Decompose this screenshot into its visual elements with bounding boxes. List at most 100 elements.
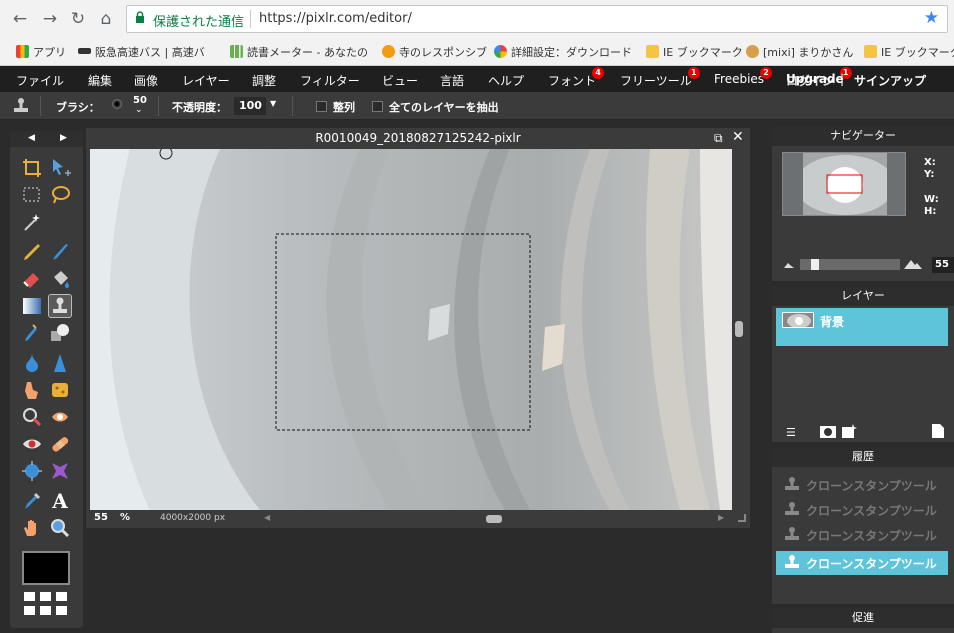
brush-tool[interactable]	[48, 240, 72, 264]
grid-view-icon[interactable]	[24, 592, 70, 618]
zoom-tool[interactable]	[48, 516, 72, 540]
arrow-left-icon[interactable]: ◀	[28, 133, 35, 143]
burn-tool[interactable]	[48, 405, 72, 429]
menu-help[interactable]: ヘルプ	[488, 72, 524, 89]
bookmark-star-icon[interactable]: ★	[924, 8, 939, 28]
chevron-down-icon[interactable]: ⌄	[135, 105, 143, 115]
bookmark-apps[interactable]: アプリ	[16, 44, 66, 60]
forward-arrow-icon[interactable]: →	[40, 9, 60, 29]
navigator-zoom-input[interactable]: 55	[932, 257, 954, 273]
menu-layer[interactable]: レイヤー	[182, 72, 230, 89]
restore-window-icon[interactable]: ⧉	[714, 131, 723, 146]
history-item[interactable]: クローンスタンプツール	[776, 498, 948, 520]
spot-heal-tool[interactable]	[48, 432, 72, 456]
menu-freebies[interactable]: Freebies 2	[714, 67, 773, 86]
eraser-tool[interactable]	[20, 267, 44, 291]
arrow-right-icon[interactable]: ▶	[60, 133, 67, 143]
dropdown-arrow-icon[interactable]: ▼	[270, 99, 276, 108]
zoom-value[interactable]: 55	[94, 512, 108, 523]
marquee-tool[interactable]	[20, 183, 44, 207]
all-layers-checkbox[interactable]: 全てのレイヤーを抽出	[372, 99, 499, 115]
pinch-icon	[52, 463, 68, 479]
signup-link[interactable]: サインアップ	[854, 72, 926, 89]
photo-canvas[interactable]	[90, 149, 732, 510]
photo-image	[90, 149, 732, 510]
brush-preview-icon[interactable]	[112, 99, 122, 109]
new-layer-effect-icon[interactable]	[842, 424, 858, 438]
bookmark-item[interactable]: 阪急高速バス | 高速バ	[78, 44, 205, 60]
bar-chart-icon	[230, 45, 243, 58]
color-replace-tool[interactable]	[20, 321, 44, 345]
shape-tool[interactable]	[48, 321, 72, 345]
scroll-thumb[interactable]	[735, 321, 743, 337]
close-icon[interactable]: ✕	[732, 129, 744, 145]
layer-settings-icon[interactable]: ☰	[786, 426, 800, 439]
back-arrow-icon[interactable]: ←	[10, 9, 30, 29]
menu-filter[interactable]: フィルター	[300, 72, 360, 89]
address-bar[interactable]: 保護された通信 https://pixlr.com/editor/ ★	[126, 5, 948, 33]
paint-bucket-tool[interactable]	[48, 267, 72, 291]
zoom-in-mountain-icon[interactable]	[904, 259, 922, 269]
y-label: Y:	[924, 169, 935, 180]
opacity-input[interactable]: 100	[234, 97, 266, 115]
layer-mask-icon[interactable]	[820, 426, 836, 438]
bookmark-item[interactable]: 詳細設定：ダウンロード	[494, 44, 632, 60]
type-tool[interactable]: A	[48, 489, 72, 513]
smudge-tool[interactable]	[20, 378, 44, 402]
move-tool[interactable]	[48, 156, 72, 180]
home-icon[interactable]: ⌂	[96, 9, 116, 29]
menu-adjust[interactable]: 調整	[252, 72, 276, 89]
scroll-right-icon[interactable]: ▶	[718, 513, 724, 522]
align-checkbox[interactable]: 整列	[316, 99, 355, 115]
menu-view[interactable]: ビュー	[382, 72, 418, 89]
sharpen-tool[interactable]	[48, 351, 72, 375]
navigator-thumbnail[interactable]	[782, 152, 906, 216]
history-item[interactable]: クローンスタンプツール	[776, 473, 948, 495]
menu-freetools[interactable]: フリーツール 1	[620, 67, 700, 89]
menu-font[interactable]: フォント 4	[548, 67, 605, 89]
bookmark-item[interactable]: 読書メーター - あなたの	[230, 44, 368, 60]
hand-tool[interactable]	[20, 516, 44, 540]
vertical-scrollbar[interactable]	[732, 149, 746, 510]
bookmark-item[interactable]: 寺のレスポンシブ	[382, 44, 487, 60]
dodge-tool[interactable]	[20, 405, 44, 429]
zoom-slider-thumb[interactable]	[811, 259, 819, 270]
zoom-out-mountain-icon[interactable]	[784, 262, 794, 268]
lasso-tool[interactable]	[48, 183, 72, 207]
primary-color-swatch[interactable]	[22, 551, 70, 585]
pinch-tool[interactable]	[48, 459, 72, 483]
history-item[interactable]: クローンスタンプツール	[776, 523, 948, 545]
checkbox-icon[interactable]	[316, 101, 327, 112]
crop-tool[interactable]	[20, 156, 44, 180]
clone-stamp-tool[interactable]	[48, 294, 72, 318]
history-item-active[interactable]: クローンスタンプツール	[776, 551, 948, 575]
layer-row[interactable]: 背景	[776, 308, 948, 346]
red-eye-tool[interactable]	[20, 432, 44, 456]
reload-icon[interactable]: ↻	[68, 9, 88, 29]
gradient-tool[interactable]	[20, 294, 44, 318]
menu-edit[interactable]: 編集	[88, 72, 112, 89]
bookmark-item[interactable]: [mixi] まりかさん	[746, 44, 853, 60]
url-text[interactable]: https://pixlr.com/editor/	[259, 11, 412, 26]
bookmark-folder[interactable]: IE ブックマーク (	[864, 44, 954, 60]
scroll-left-icon[interactable]: ◀	[264, 513, 270, 522]
blur-tool[interactable]	[20, 351, 44, 375]
color-picker-tool[interactable]	[20, 489, 44, 513]
type-a-icon: A	[52, 489, 68, 513]
menu-image[interactable]: 画像	[134, 72, 158, 89]
checkbox-icon[interactable]	[372, 101, 383, 112]
bookmark-folder[interactable]: IE ブックマーク	[646, 44, 743, 60]
resize-grip-icon[interactable]	[738, 514, 746, 522]
magic-wand-tool[interactable]	[20, 210, 44, 234]
menu-file[interactable]: ファイル	[16, 72, 64, 89]
login-link[interactable]: ログイン	[786, 72, 834, 89]
scroll-thumb[interactable]	[486, 515, 502, 523]
bloat-tool[interactable]	[20, 459, 44, 483]
new-layer-icon[interactable]	[932, 424, 944, 438]
menu-language[interactable]: 言語	[440, 72, 464, 89]
x-label: X:	[924, 157, 936, 168]
horizontal-scrollbar[interactable]: ◀ ▶	[262, 513, 728, 525]
zoom-slider[interactable]	[800, 259, 900, 270]
pencil-tool[interactable]	[20, 240, 44, 264]
sponge-tool[interactable]	[48, 378, 72, 402]
